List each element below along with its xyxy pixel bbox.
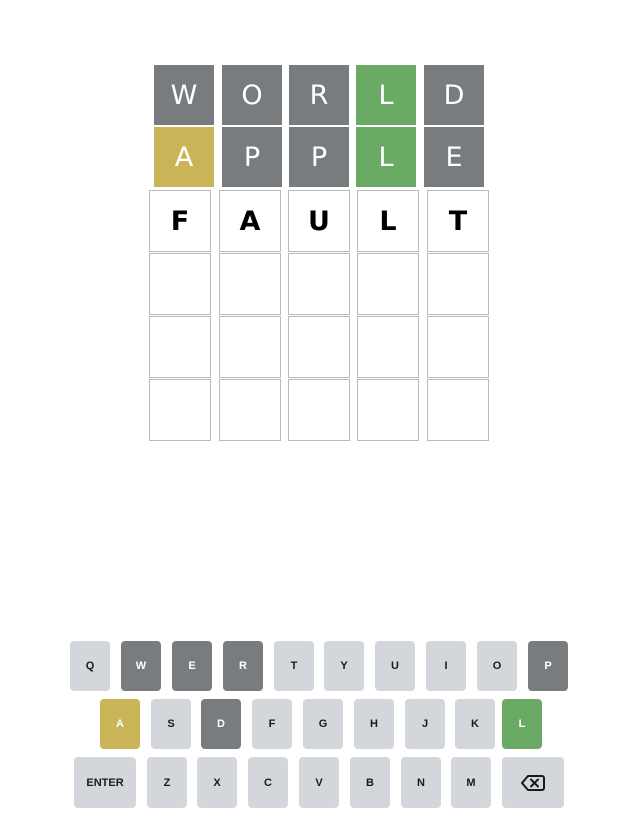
tile-empty xyxy=(288,316,350,378)
game-board: WORLDAPPLEFAULT xyxy=(0,0,620,460)
key-n[interactable]: N xyxy=(401,757,441,808)
tile-empty xyxy=(219,379,281,441)
key-m[interactable]: M xyxy=(451,757,491,808)
tile-correct: L xyxy=(356,65,416,125)
tile-absent: R xyxy=(289,65,349,125)
tile-empty xyxy=(427,316,489,378)
tile-present: A xyxy=(154,127,214,187)
key-l[interactable]: L xyxy=(502,699,542,749)
key-q[interactable]: Q xyxy=(70,641,110,691)
tile-typed: L xyxy=(357,190,419,252)
key-x[interactable]: X xyxy=(197,757,237,808)
key-e[interactable]: E xyxy=(172,641,212,691)
backspace-icon xyxy=(521,774,545,791)
tile-absent: W xyxy=(154,65,214,125)
tile-empty xyxy=(357,253,419,315)
tile-absent: P xyxy=(222,127,282,187)
tile-empty xyxy=(149,316,211,378)
key-u[interactable]: U xyxy=(375,641,415,691)
key-k[interactable]: K xyxy=(455,699,495,749)
key-w[interactable]: W xyxy=(121,641,161,691)
key-h[interactable]: H xyxy=(354,699,394,749)
tile-typed: T xyxy=(427,190,489,252)
key-r[interactable]: R xyxy=(223,641,263,691)
key-d[interactable]: D xyxy=(201,699,241,749)
tile-empty xyxy=(357,316,419,378)
tile-empty xyxy=(357,379,419,441)
key-z[interactable]: Z xyxy=(147,757,187,808)
tile-empty xyxy=(427,253,489,315)
tile-correct: L xyxy=(356,127,416,187)
backspace-key[interactable] xyxy=(502,757,564,808)
tile-empty xyxy=(427,379,489,441)
tile-empty xyxy=(149,253,211,315)
enter-key[interactable]: ENTER xyxy=(74,757,136,808)
key-v[interactable]: V xyxy=(299,757,339,808)
tile-empty xyxy=(219,253,281,315)
key-b[interactable]: B xyxy=(350,757,390,808)
tile-empty xyxy=(219,316,281,378)
key-j[interactable]: J xyxy=(405,699,445,749)
key-y[interactable]: Y xyxy=(324,641,364,691)
key-o[interactable]: O xyxy=(477,641,517,691)
tile-absent: P xyxy=(289,127,349,187)
tile-empty xyxy=(288,379,350,441)
tile-empty xyxy=(149,379,211,441)
key-g[interactable]: G xyxy=(303,699,343,749)
key-a[interactable]: A xyxy=(100,699,140,749)
key-f[interactable]: F xyxy=(252,699,292,749)
tile-typed: A xyxy=(219,190,281,252)
tile-absent: D xyxy=(424,65,484,125)
key-t[interactable]: T xyxy=(274,641,314,691)
key-i[interactable]: I xyxy=(426,641,466,691)
key-c[interactable]: C xyxy=(248,757,288,808)
tile-absent: E xyxy=(424,127,484,187)
tile-typed: F xyxy=(149,190,211,252)
key-s[interactable]: S xyxy=(151,699,191,749)
tile-empty xyxy=(288,253,350,315)
tile-typed: U xyxy=(288,190,350,252)
key-p[interactable]: P xyxy=(528,641,568,691)
tile-absent: O xyxy=(222,65,282,125)
